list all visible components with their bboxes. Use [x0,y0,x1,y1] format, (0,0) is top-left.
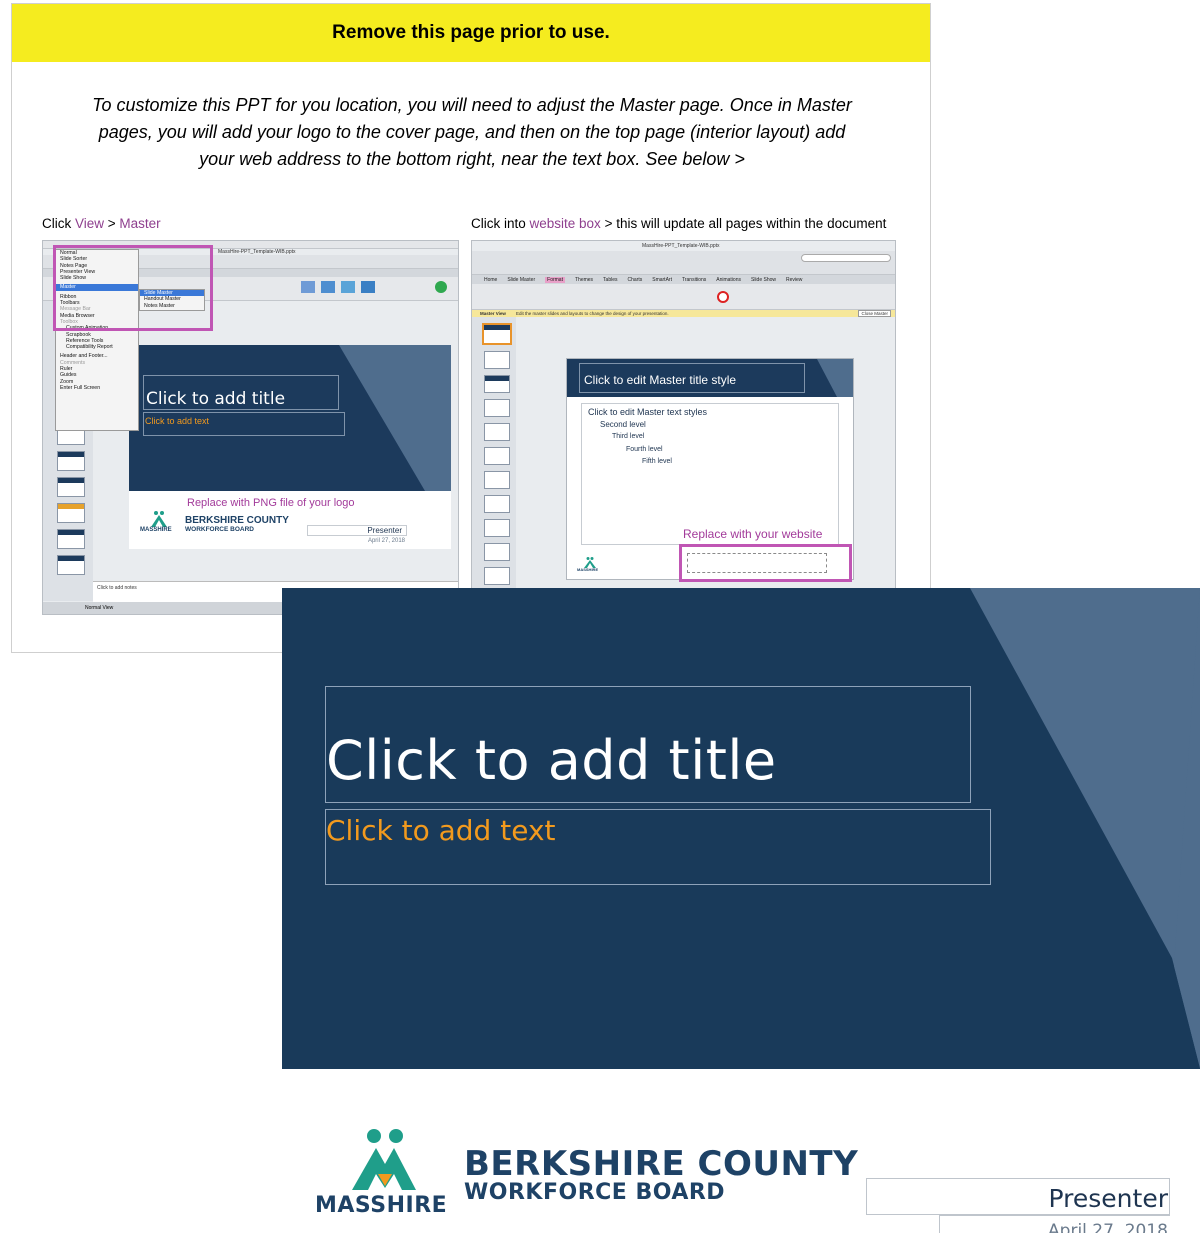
play-icon [435,281,447,293]
tab-format[interactable]: Format [545,276,565,283]
master-view-bar: Master View Edit the master slides and l… [472,310,895,317]
date-text: April 27, 2018 [1048,1221,1168,1233]
master-link: Master [119,216,161,231]
logo-note: Replace with PNG file of your logo [187,497,355,509]
website-box-link: website box [529,216,601,231]
layout-thumbnail[interactable] [484,447,510,465]
master-title-box[interactable]: Click to edit Master title style [579,363,805,393]
left-title-box[interactable]: Click to add title [143,375,339,410]
cover-title: Click to add title [326,729,777,792]
textbox-icon [301,281,315,293]
media-icon [361,281,375,293]
layout-thumbnail[interactable] [484,375,510,393]
masshire-logo-mark [583,555,597,568]
tab-smartart[interactable]: SmartArt [652,277,672,283]
layout-thumbnail[interactable] [484,495,510,513]
toolbar [472,251,895,275]
left-text-box[interactable]: Click to add text [143,412,345,436]
left-caption: Click View > Master [42,216,161,231]
tab-transitions[interactable]: Transitions [682,277,706,283]
logo-line-1: BERKSHIRE COUNTY [464,1144,859,1184]
master-body-box[interactable]: Click to edit Master text styles Second … [581,403,839,545]
slide-thumbnail[interactable] [57,529,85,549]
tab-slide-master[interactable]: Slide Master [507,277,535,283]
tab-home[interactable]: Home [484,277,497,283]
right-screenshot: MassHire-PPT_Template-WIB.pptx Home Slid… [471,240,896,592]
view-master-highlight [53,245,213,331]
masshire-logo-mark [348,1128,420,1190]
remove-page-banner: Remove this page prior to use. [12,4,930,62]
window-title: MassHire-PPT_Template-WIB.pptx [642,243,720,249]
tab-review[interactable]: Review [786,277,802,283]
website-note: Replace with your website [683,527,823,541]
slide-thumbnail[interactable] [57,503,85,523]
close-master-icon[interactable] [717,291,729,303]
menu-item-enter-full-screen[interactable]: Enter Full Screen [56,385,138,391]
slide-thumbnail[interactable] [57,555,85,575]
picture-icon [321,281,335,293]
left-screenshot: MassHire-PPT_Template-WIB.pptx Click to … [42,240,459,615]
masshire-logo-mark [149,511,169,527]
logo-line-2: WORKFORCE BOARD [464,1180,726,1205]
tab-charts[interactable]: Charts [628,277,643,283]
layout-thumbnail[interactable] [484,351,510,369]
left-slide-preview: Click to add title Click to add text Rep… [129,345,451,549]
tab-animations[interactable]: Animations [716,277,741,283]
presenter-text: Presenter [1048,1184,1168,1213]
ribbon [472,284,895,310]
slide-thumbnail[interactable] [57,451,85,471]
instruction-page: Remove this page prior to use. To custom… [11,3,931,653]
tab-themes[interactable]: Themes [575,277,593,283]
cover-slide: Click to add title Click to add text MAS… [282,588,1200,1233]
masshire-wordmark: MASSHIRE [315,1193,448,1218]
search-input[interactable] [801,254,891,262]
layout-thumbnail[interactable] [484,543,510,561]
menu-item-compatibility-report[interactable]: Compatibility Report [56,344,138,350]
banner-text: Remove this page prior to use. [332,22,610,43]
master-thumbnail-pane [472,317,516,591]
right-caption: Click into website box > this will updat… [471,216,887,231]
master-thumbnail[interactable] [482,323,512,345]
close-master-button[interactable]: Close Master [858,310,891,317]
layout-thumbnail[interactable] [484,471,510,489]
cover-text: Click to add text [326,814,556,847]
instruction-text: To customize this PPT for you location, … [92,95,852,169]
website-box-highlight [679,544,852,582]
slide-thumbnail[interactable] [57,477,85,497]
ribbon-tabs: Home Slide Master Format Themes Tables C… [472,275,895,284]
tab-slide-show[interactable]: Slide Show [751,277,776,283]
view-link: View [75,216,105,231]
layout-thumbnail[interactable] [484,519,510,537]
layout-thumbnail[interactable] [484,423,510,441]
layout-thumbnail[interactable] [484,567,510,585]
tab-tables[interactable]: Tables [603,277,617,283]
left-presenter-box[interactable]: Presenter [307,525,407,536]
layout-thumbnail[interactable] [484,399,510,417]
shape-icon [341,281,355,293]
